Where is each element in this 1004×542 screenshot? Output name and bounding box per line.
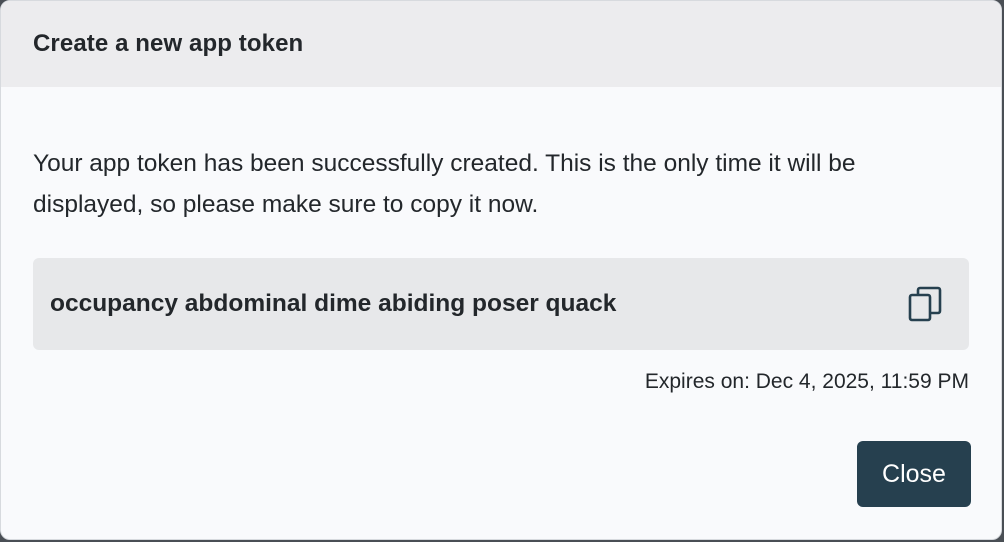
close-button[interactable]: Close: [857, 441, 971, 507]
token-display: occupancy abdominal dime abiding poser q…: [33, 258, 969, 350]
copy-token-button[interactable]: [907, 284, 943, 324]
copy-icon: [908, 286, 942, 322]
dialog-footer: Close: [857, 441, 971, 507]
success-message: Your app token has been successfully cre…: [33, 150, 856, 218]
expiration-text: Expires on: Dec 4, 2025, 11:59 PM: [644, 370, 969, 393]
create-app-token-dialog: Create a new app token Your app token ha…: [0, 0, 1002, 540]
dialog-body: Your app token has been successfully cre…: [1, 143, 1001, 394]
dialog-title: Create a new app token: [33, 30, 304, 57]
dialog-header: Create a new app token: [1, 1, 1001, 87]
token-value[interactable]: occupancy abdominal dime abiding poser q…: [50, 290, 616, 318]
